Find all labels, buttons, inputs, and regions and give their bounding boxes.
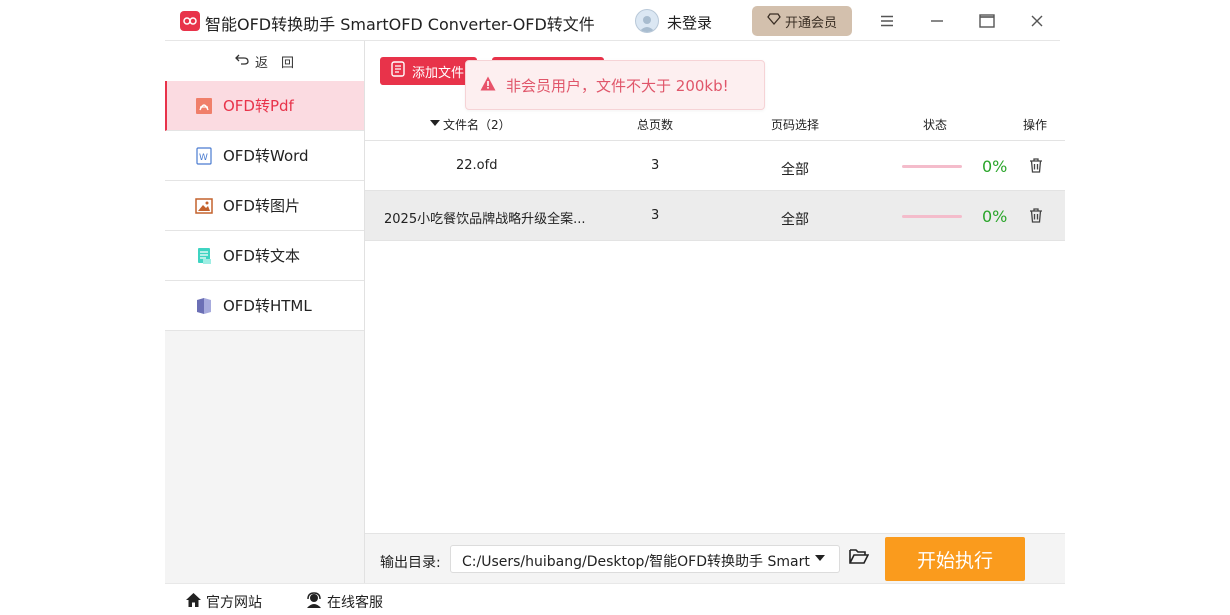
- svg-text:W: W: [199, 153, 208, 163]
- table-row[interactable]: 2025小吃餐饮品牌战略升级全案... 3 全部 0%: [365, 191, 1065, 241]
- sidebar-item-ofd-to-word[interactable]: W OFD转Word: [165, 131, 364, 181]
- official-website-label: 官方网站: [206, 595, 262, 611]
- table-row[interactable]: 22.ofd 3 全部 0%: [365, 141, 1065, 191]
- back-arrow-icon: [235, 53, 249, 69]
- html-icon: [195, 297, 213, 315]
- output-dir-label: 输出目录:: [380, 555, 441, 571]
- warning-toast: 非会员用户，文件不大于 200kb!: [465, 60, 765, 110]
- sidebar-item-label: OFD转图片: [223, 197, 300, 215]
- online-service-label: 在线客服: [327, 595, 383, 611]
- back-button[interactable]: 返 回: [165, 41, 364, 81]
- sidebar-item-label: OFD转Pdf: [223, 97, 294, 115]
- progress-bar: [902, 215, 962, 218]
- output-bar: 输出目录: C:/Users/huibang/Desktop/智能OFD转换助手…: [365, 533, 1065, 583]
- folder-open-icon[interactable]: [849, 548, 870, 569]
- home-icon: [185, 592, 202, 612]
- app-window: 智能OFD转换助手 SmartOFD Converter-OFD转文件 未登录 …: [165, 0, 1065, 615]
- table-header: 文件名（2） 总页数 页码选择 状态 操作: [365, 106, 1065, 141]
- menu-icon[interactable]: [875, 9, 899, 33]
- image-icon: [195, 197, 213, 215]
- file-name: 22.ofd: [456, 158, 498, 173]
- sidebar-item-label: OFD转文本: [223, 247, 300, 265]
- vip-button[interactable]: 开通会员: [752, 6, 852, 36]
- user-avatar-icon[interactable]: [635, 9, 659, 33]
- column-actions: 操作: [1023, 118, 1048, 132]
- add-file-label: 添加文件: [412, 65, 465, 81]
- column-status: 状态: [923, 118, 948, 132]
- pdf-icon: [195, 97, 213, 115]
- text-icon: [195, 247, 213, 265]
- vip-button-label: 开通会员: [784, 15, 837, 31]
- warning-icon: [480, 76, 496, 95]
- word-icon: W: [195, 146, 213, 165]
- maximize-icon[interactable]: [975, 9, 999, 33]
- column-pages: 总页数: [637, 118, 674, 132]
- delete-icon[interactable]: [1029, 158, 1043, 177]
- start-button[interactable]: 开始执行: [885, 537, 1025, 581]
- column-page-range: 页码选择: [771, 118, 820, 132]
- document-icon: [390, 61, 406, 81]
- sidebar-item-ofd-to-pdf[interactable]: OFD转Pdf: [165, 81, 364, 131]
- sidebar: 返 回 OFD转Pdf W OFD转Word OFD转图片 OFD转文本 OFD…: [165, 41, 365, 583]
- sidebar-item-label: OFD转Word: [223, 147, 309, 165]
- page-range-select[interactable]: 全部: [781, 159, 809, 179]
- online-service-link[interactable]: 在线客服: [305, 592, 383, 612]
- back-label: 返 回: [254, 55, 294, 71]
- page-range-select[interactable]: 全部: [781, 209, 809, 229]
- file-name: 2025小吃餐饮品牌战略升级全案...: [384, 212, 586, 227]
- chevron-down-icon[interactable]: [815, 555, 825, 561]
- page-count: 3: [651, 208, 660, 223]
- minimize-icon[interactable]: [925, 9, 949, 33]
- progress-percent: 0%: [982, 157, 1008, 176]
- main-panel: 添加文件 非会员用户，文件不大于 200kb! 文件名（2） 总页数 页码选择 …: [365, 41, 1065, 583]
- delete-icon[interactable]: [1029, 208, 1043, 227]
- sidebar-item-ofd-to-text[interactable]: OFD转文本: [165, 231, 364, 281]
- app-logo-icon: [180, 11, 200, 31]
- customer-service-icon: [305, 592, 323, 612]
- sidebar-item-label: OFD转HTML: [223, 297, 312, 315]
- sidebar-item-ofd-to-image[interactable]: OFD转图片: [165, 181, 364, 231]
- add-file-button[interactable]: 添加文件: [380, 57, 477, 85]
- column-filename[interactable]: 文件名（2）: [443, 116, 511, 133]
- footer-bar: 官方网站 在线客服: [165, 583, 1065, 615]
- close-icon[interactable]: [1025, 9, 1049, 33]
- sort-caret-icon[interactable]: [430, 116, 440, 130]
- title-bar: 智能OFD转换助手 SmartOFD Converter-OFD转文件 未登录 …: [165, 0, 1060, 41]
- progress-percent: 0%: [982, 207, 1008, 226]
- progress-bar: [902, 165, 962, 168]
- diamond-icon: [767, 13, 781, 29]
- sidebar-item-ofd-to-html[interactable]: OFD转HTML: [165, 281, 364, 331]
- output-path-select[interactable]: C:/Users/huibang/Desktop/智能OFD转换助手 Smart: [450, 545, 840, 573]
- page-count: 3: [651, 158, 660, 173]
- app-title: 智能OFD转换助手 SmartOFD Converter-OFD转文件: [205, 15, 595, 34]
- toast-message: 非会员用户，文件不大于 200kb!: [506, 76, 729, 95]
- official-website-link[interactable]: 官方网站: [185, 592, 262, 612]
- login-status[interactable]: 未登录: [667, 12, 712, 33]
